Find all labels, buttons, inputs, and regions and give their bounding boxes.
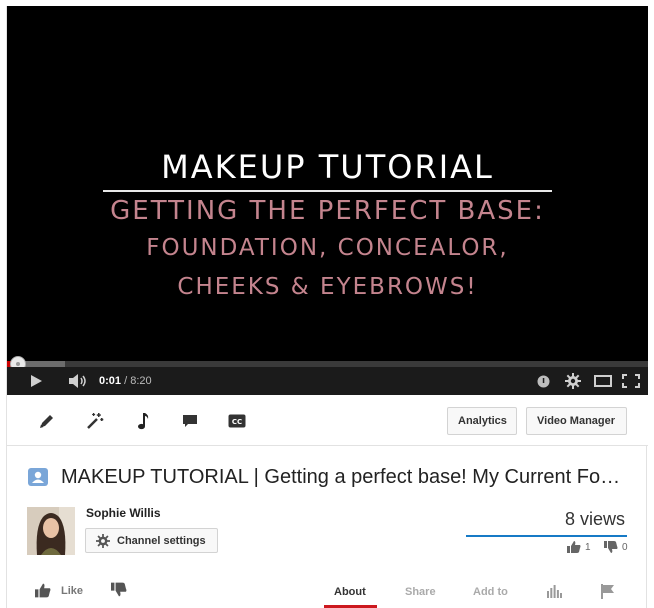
pencil-icon[interactable] xyxy=(35,409,59,433)
tab-about[interactable]: About xyxy=(334,586,366,598)
settings-gear-icon[interactable] xyxy=(563,367,583,395)
stats-icon[interactable] xyxy=(547,585,562,601)
title-row: MAKEUP TUTORIAL | Getting a perfect base… xyxy=(27,462,627,492)
action-bar: Like About Share Add to xyxy=(7,571,648,608)
avatar[interactable] xyxy=(27,507,75,555)
fullscreen-icon[interactable] xyxy=(620,367,642,395)
annotations-icon[interactable] xyxy=(533,367,553,395)
dislikes-value: 0 xyxy=(622,541,628,553)
like-button[interactable]: Like xyxy=(35,583,83,598)
volume-icon[interactable] xyxy=(65,367,91,395)
gear-icon xyxy=(96,533,110,548)
video-player[interactable]: MAKEUP TUTORIAL GETTING THE PERFECT BASE… xyxy=(7,6,648,363)
current-time: 0:01 xyxy=(99,375,122,387)
thumbs-up-icon xyxy=(35,583,51,598)
report-flag-icon[interactable] xyxy=(601,584,615,602)
theater-mode-icon[interactable] xyxy=(592,367,614,395)
video-title-line-2: GETTING THE PERFECT BASE: xyxy=(110,196,545,226)
magic-wand-icon[interactable] xyxy=(83,409,107,433)
tab-share[interactable]: Share xyxy=(405,586,436,598)
private-video-icon xyxy=(28,468,48,486)
tab-add-to[interactable]: Add to xyxy=(473,586,508,598)
video-title-divider xyxy=(103,190,552,192)
watch-page: MAKEUP TUTORIAL GETTING THE PERFECT BASE… xyxy=(6,6,648,608)
thumbs-down-icon xyxy=(604,541,618,553)
video-title-line-4: CHEEKS & EYEBROWS! xyxy=(177,274,478,300)
view-count: 8 views xyxy=(564,509,625,529)
dislikes-count: 0 xyxy=(604,541,628,553)
video-title-line-1: MAKEUP TUTORIAL xyxy=(161,148,494,186)
play-icon[interactable] xyxy=(25,367,47,395)
channel-settings-label: Channel settings xyxy=(117,534,206,547)
comment-icon[interactable] xyxy=(178,409,202,433)
dislike-button[interactable] xyxy=(111,582,127,602)
time-display: 0:01 / 8:20 xyxy=(99,367,152,395)
owner-toolbar: CC Analytics Video Manager xyxy=(7,395,648,446)
thumbs-down-icon xyxy=(111,582,127,597)
sentiment-bar xyxy=(466,535,627,537)
like-label: Like xyxy=(61,584,84,597)
video-title: MAKEUP TUTORIAL | Getting a perfect base… xyxy=(61,465,621,488)
video-title-line-3: FOUNDATION, CONCEALOR, xyxy=(146,235,509,261)
player-controls: 0:01 / 8:20 xyxy=(7,367,648,395)
analytics-button[interactable]: Analytics xyxy=(447,407,517,435)
video-manager-button[interactable]: Video Manager xyxy=(526,407,627,435)
channel-settings-button[interactable]: Channel settings xyxy=(85,528,218,553)
likes-value: 1 xyxy=(585,541,591,553)
likes-count: 1 xyxy=(567,541,591,553)
music-note-icon[interactable] xyxy=(131,409,155,433)
thumbs-up-icon xyxy=(567,541,581,553)
duration: / 8:20 xyxy=(124,375,152,387)
cc-icon[interactable]: CC xyxy=(225,409,249,433)
owner-name[interactable]: Sophie Willis xyxy=(86,506,161,520)
svg-text:CC: CC xyxy=(232,418,242,426)
